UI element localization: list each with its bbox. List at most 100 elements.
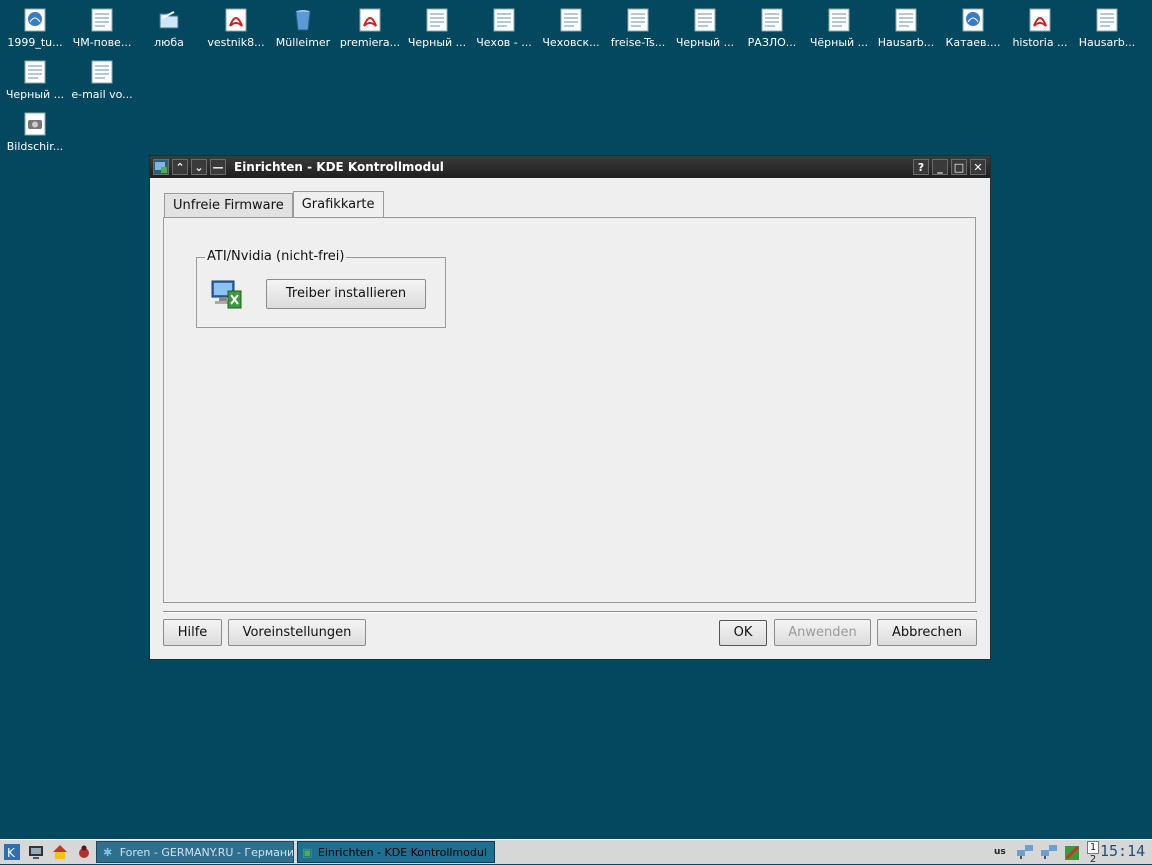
desktop-icon[interactable]: Hausarb... <box>1076 4 1138 52</box>
pdf-icon <box>224 8 248 34</box>
install-driver-button[interactable]: Treiber installieren <box>266 279 426 309</box>
desktop-icon-label: Hausarb... <box>877 36 935 49</box>
desktop-icon[interactable]: Черный ... <box>674 4 736 52</box>
apply-button[interactable]: Anwenden <box>774 619 871 646</box>
web-icon <box>23 8 47 34</box>
desktop-icon[interactable]: Чехов - ... <box>473 4 535 52</box>
document-icon <box>90 8 114 34</box>
document-icon <box>425 8 449 34</box>
maximize-icon[interactable]: □ <box>951 159 967 175</box>
ati-nvidia-groupbox: ATI/Nvidia (nicht-frei) Treiber installi… <box>196 249 446 328</box>
window-title: Einrichten - KDE Kontrollmodul <box>234 160 444 174</box>
screenshot-icon <box>23 112 47 138</box>
desktop-icon-label: люба <box>154 36 184 49</box>
tab-label: Unfreie Firmware <box>173 198 284 213</box>
document-icon <box>894 8 918 34</box>
web-icon <box>961 8 985 34</box>
desktop-icon[interactable]: Hausarb... <box>875 4 937 52</box>
desktop-icon-label: Bildschir... <box>6 140 64 153</box>
network-icon[interactable] <box>1040 844 1057 860</box>
update-notifier-icon[interactable] <box>1064 844 1080 860</box>
desktop-icon-label: premiera... <box>339 36 401 49</box>
pager-desktop-1[interactable]: 1 <box>1087 841 1099 854</box>
shade-down-icon[interactable]: ⌄ <box>191 159 207 175</box>
taskbar-task-kcontrol[interactable]: ▣ Einrichten - KDE Kontrollmodul <box>297 841 495 863</box>
home-icon[interactable] <box>52 844 68 860</box>
desktop-icon-label: Катаев.... <box>945 36 1001 49</box>
title-bar[interactable]: ⌃ ⌄ — Einrichten - KDE Kontrollmodul ? _… <box>150 156 990 178</box>
desktop-icon[interactable]: Черный ... <box>406 4 468 52</box>
tab-grafikkarte[interactable]: Grafikkarte <box>292 191 384 219</box>
desktop-icon[interactable]: ЧМ-пове... <box>71 4 133 52</box>
task-label: Einrichten - KDE Kontrollmodul <box>317 846 487 859</box>
desktop-icon[interactable]: premiera... <box>339 4 401 52</box>
tab-label: Grafikkarte <box>301 197 375 212</box>
desktop-icon[interactable]: Чёрный ... <box>808 4 870 52</box>
keep-above-icon[interactable]: — <box>210 159 226 175</box>
window-menu-icon[interactable] <box>153 159 169 175</box>
desktop-icon-label: Чехов - ... <box>476 36 532 49</box>
kde-menu-icon[interactable]: K <box>4 844 20 860</box>
document-icon <box>760 8 784 34</box>
desktop-icon-label: Mülleimer <box>275 36 331 49</box>
desktop-icon[interactable]: Чеховск... <box>540 4 602 52</box>
desktop-icon-label: freise-Ts... <box>610 36 666 49</box>
desktop-icon[interactable]: 1999_tu... <box>4 4 66 52</box>
desktop-icon[interactable]: Катаев.... <box>942 4 1004 52</box>
cancel-button[interactable]: Abbrechen <box>877 619 977 646</box>
desktop-icon-label: Чеховск... <box>542 36 600 49</box>
desktop-icon[interactable]: vestnik8... <box>205 4 267 52</box>
document-icon <box>1095 8 1119 34</box>
desktop-icon-label: Чёрный ... <box>809 36 869 49</box>
kcontrol-icon: ▣ <box>302 846 313 859</box>
help-button[interactable]: Hilfe <box>163 619 222 646</box>
desktop-icon-label: ЧМ-пове... <box>72 36 132 49</box>
desktop-pager[interactable]: 1 2 <box>1087 841 1099 865</box>
show-desktop-icon[interactable] <box>28 844 44 860</box>
desktop-icon[interactable]: Bildschir... <box>4 108 66 156</box>
document-icon <box>90 60 114 86</box>
network-icon[interactable] <box>1016 844 1033 860</box>
document-icon <box>559 8 583 34</box>
desktop-icon-label: e-mail vo... <box>71 88 133 101</box>
desktop-icon[interactable]: freise-Ts... <box>607 4 669 52</box>
defaults-button[interactable]: Voreinstellungen <box>228 619 366 646</box>
taskbar: K ✱ Foren - GERMANY.RU - Германия r ▣ Ei… <box>0 839 1152 865</box>
trash-icon <box>291 8 315 34</box>
document-icon <box>492 8 516 34</box>
folder-icon <box>157 8 181 34</box>
desktop-icon[interactable]: historia ... <box>1009 4 1071 52</box>
desktop-icon-label: РАЗЛО... <box>747 36 797 49</box>
pdf-icon <box>1028 8 1052 34</box>
desktop-icon[interactable]: люба <box>138 4 200 52</box>
desktop-icon[interactable]: e-mail vo... <box>71 56 133 104</box>
shade-up-icon[interactable]: ⌃ <box>172 159 188 175</box>
pdf-icon <box>358 8 382 34</box>
task-label: Foren - GERMANY.RU - Германия r <box>119 846 294 859</box>
desktop-icon-label: Hausarb... <box>1078 36 1136 49</box>
pager-desktop-2[interactable]: 2 <box>1087 854 1099 865</box>
svg-text:K: K <box>7 846 16 860</box>
browser-icon: ✱ <box>103 846 113 859</box>
document-icon <box>827 8 851 34</box>
document-icon <box>693 8 717 34</box>
desktop-icon[interactable]: РАЗЛО... <box>741 4 803 52</box>
desktop-icon-label: vestnik8... <box>207 36 265 49</box>
clock[interactable]: 15:14 <box>1100 842 1145 860</box>
bug-icon[interactable] <box>76 844 92 860</box>
desktop-icon-label: Черный ... <box>675 36 735 49</box>
document-icon <box>23 60 47 86</box>
ok-button[interactable]: OK <box>719 620 767 646</box>
desktop-icon-label: Черный ... <box>5 88 65 101</box>
tab-unfreie-firmware[interactable]: Unfreie Firmware <box>164 193 293 218</box>
desktop-icon-label: historia ... <box>1012 36 1068 49</box>
minimize-icon[interactable]: _ <box>932 159 948 175</box>
help-icon[interactable]: ? <box>913 159 929 175</box>
close-icon[interactable]: ✕ <box>970 159 986 175</box>
desktop-icon[interactable]: Черный ... <box>4 56 66 104</box>
document-icon <box>626 8 650 34</box>
desktop-icon-label: 1999_tu... <box>7 36 63 49</box>
keyboard-layout[interactable]: us <box>994 847 1006 857</box>
desktop-icon[interactable]: Mülleimer <box>272 4 334 52</box>
taskbar-task-browser[interactable]: ✱ Foren - GERMANY.RU - Германия r <box>96 841 294 863</box>
